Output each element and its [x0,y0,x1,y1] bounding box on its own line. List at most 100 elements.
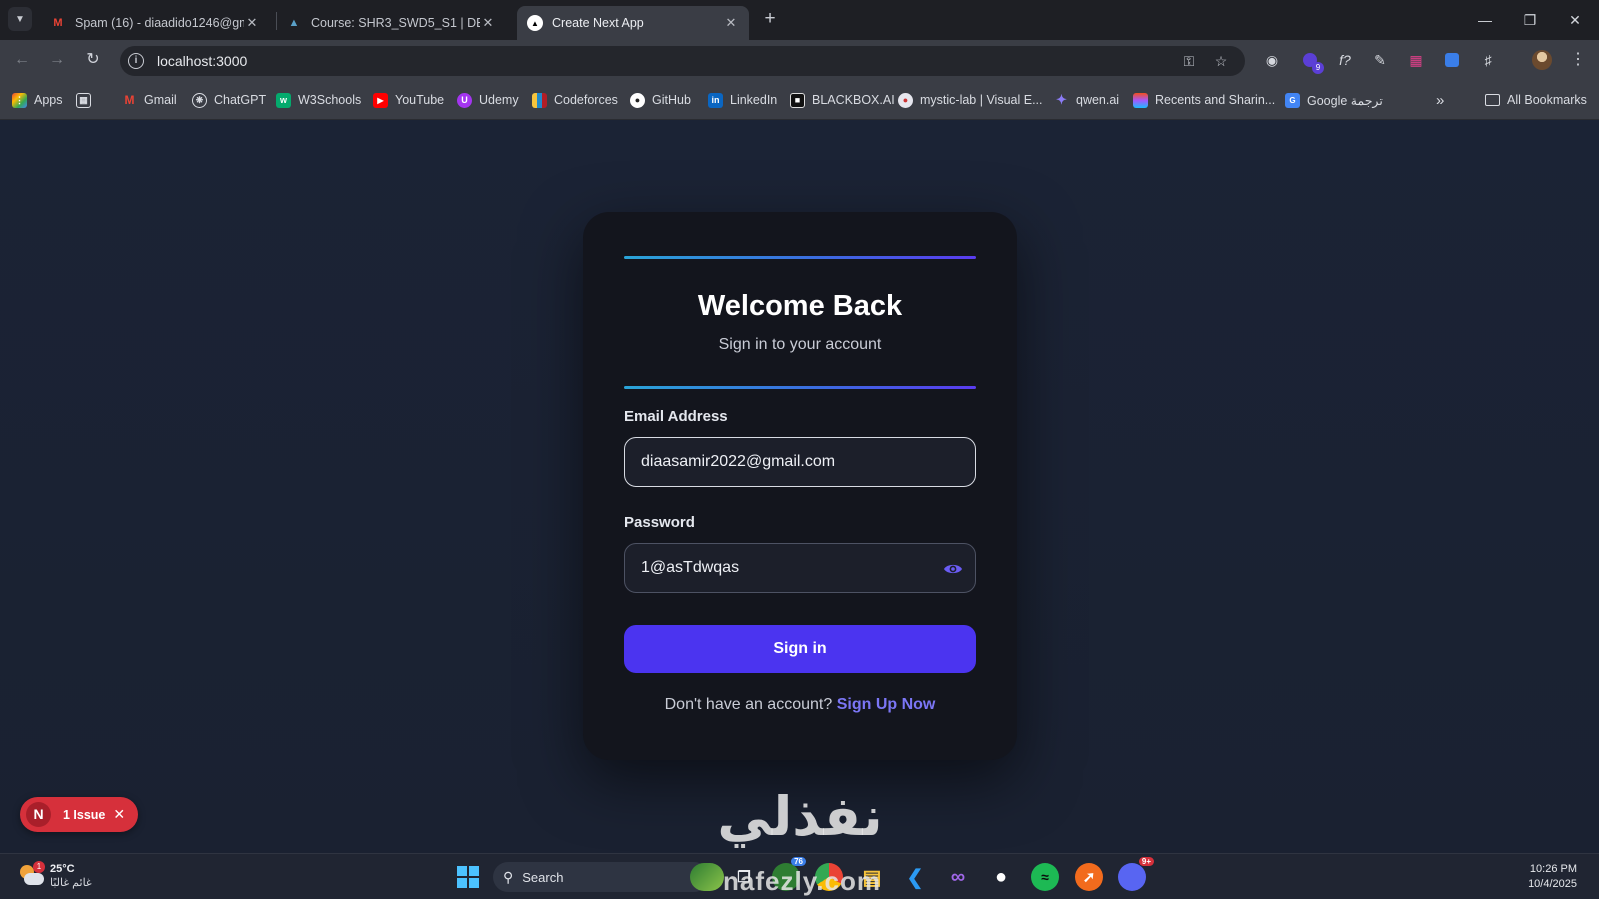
bookmark-label: Gmail [144,93,177,107]
camera-extension-icon[interactable]: ◉ [1262,50,1282,70]
bookmark-label: W3Schools [298,93,362,107]
clock-date: 10/4/2025 [1528,878,1577,890]
bookmarks-overflow-button[interactable]: » [1436,90,1444,110]
w3schools-icon: w [276,92,291,108]
bookmark-grid[interactable]: ▦ [76,90,98,110]
weather-widget[interactable]: 1 25°C غائم غالبًا [18,861,92,890]
no-account-text: Don't have an account? [664,696,833,713]
extensions-puzzle-icon[interactable]: ♯ [1478,50,1498,70]
close-icon[interactable]: ✕ [723,15,739,31]
tab-search-button[interactable]: ▼ [8,7,32,31]
new-tab-button[interactable]: + [758,8,782,32]
nextjs-logo: N [26,802,51,827]
forward-button[interactable]: → [45,48,69,72]
email-label: Email Address [624,408,728,425]
bookmark-linkedin[interactable]: in LinkedIn [708,90,777,110]
address-bar[interactable]: i localhost:3000 ⚿ ☆ [120,46,1245,76]
issues-count[interactable]: 1 Issue [63,808,105,822]
watermark-latin: nafezly.com [723,866,881,896]
tab-title: Create Next App [552,16,644,30]
linkedin-icon: in [708,92,723,108]
bookmark-label: Apps [34,93,63,107]
visual-studio-icon[interactable]: ∞ [944,863,972,891]
bookmark-codeforces[interactable]: Codeforces [532,90,618,110]
bookmark-label: ChatGPT [214,93,267,107]
bookmark-chatgpt[interactable]: ❋ ChatGPT [192,90,266,110]
udemy-icon: U [457,92,472,108]
apps-grid-icon: ⋮ [12,92,27,108]
mystic-lab-icon: ● [898,92,913,108]
postman-icon[interactable]: ➚ [1075,863,1103,891]
qwen-icon: ✦ [1056,92,1067,107]
bookmark-blackbox[interactable]: ■ BLACKBOX.AI [790,90,895,110]
chevron-double-right-icon: » [1436,91,1445,109]
password-field[interactable]: 1@asTdwqas [624,543,976,593]
bookmark-label: mystic-lab | Visual E... [920,93,1043,107]
back-button[interactable]: ← [10,48,34,72]
spotify-icon[interactable]: ≈ [1031,863,1059,891]
bookmark-figma[interactable]: Recents and Sharin... [1133,90,1275,110]
page-subtitle: Sign in to your account [718,336,882,353]
bookmark-label: All Bookmarks [1507,93,1587,107]
tab-gmail[interactable]: M Spam (16) - diaadido1246@gm ✕ [40,6,270,40]
bookmark-google-translate[interactable]: G Google ترجمة [1285,90,1383,110]
bookmark-youtube[interactable]: ▶ YouTube [373,90,444,110]
bookmark-qwen[interactable]: ✦ qwen.ai [1054,90,1119,110]
profile-avatar[interactable] [1532,50,1552,70]
bookmark-github[interactable]: ● GitHub [630,90,691,110]
close-icon[interactable]: ✕ [113,806,125,823]
vscode-icon[interactable]: ❮ [901,863,929,891]
arrow-left-icon: ← [14,51,30,68]
weather-desc: غائم غالبًا [50,877,92,889]
password-key-icon[interactable]: ⚿ [1180,52,1198,70]
bookmark-label: GitHub [652,93,691,107]
grid-extension-icon[interactable]: ▦ [1406,50,1426,70]
bookmark-mystic-lab[interactable]: ● mystic-lab | Visual E... [898,90,1043,110]
top-accent-line [624,256,976,259]
minimize-button[interactable]: — [1473,8,1497,32]
all-bookmarks-button[interactable]: All Bookmarks [1485,90,1587,110]
system-clock[interactable]: 10:26 PM 10/4/2025 [1528,862,1577,892]
restore-button[interactable]: ❐ [1518,8,1542,32]
bookmark-label: Codeforces [554,93,618,107]
reload-button[interactable]: ↻ [81,48,105,72]
weather-temp: 25°C [50,863,75,875]
windows-start-icon[interactable] [454,863,482,891]
email-field[interactable]: diaasamir2022@gmail.com [624,437,976,487]
bookmark-label: Recents and Sharin... [1155,93,1276,107]
window-extension-icon[interactable] [1442,50,1462,70]
tab-create-next-app[interactable]: ▲ Create Next App ✕ [517,6,749,40]
app-badge: 76 [791,857,806,866]
sign-in-button[interactable]: Sign in [624,625,976,673]
taskbar-search[interactable]: ⚲ Search [493,862,709,892]
dev-issues-badge[interactable]: N 1 Issue ✕ [20,797,138,832]
bookmark-label: YouTube [395,93,445,107]
tab-title: Spam (16) - diaadido1246@gm [75,16,244,30]
blackbox-icon: ■ [790,92,805,108]
close-icon[interactable]: ✕ [244,15,260,31]
sign-up-link[interactable]: Sign Up Now [837,696,936,713]
eyedropper-extension-icon[interactable]: ✎ [1370,50,1390,70]
bookmark-gmail[interactable]: M Gmail [122,90,177,110]
eye-icon[interactable] [943,559,963,579]
formula-extension-icon[interactable]: f? [1335,50,1355,70]
extension-badge-count: 9 [1312,62,1324,74]
site-info-icon[interactable]: i [128,53,144,69]
browser-menu-icon[interactable]: ⋮ [1568,50,1588,70]
bookmarks-bar: ⋮ Apps ▦ M Gmail ❋ ChatGPT w W3Schools ▶… [0,80,1599,190]
bookmark-w3schools[interactable]: w W3Schools [276,90,361,110]
close-icon[interactable]: ✕ [480,15,496,31]
codeforces-icon [532,92,547,108]
bookmark-star-icon[interactable]: ☆ [1212,52,1230,70]
extension-badge-icon[interactable]: 9 [1300,50,1324,74]
weather-icon: 1 [18,861,45,887]
github-desktop-icon[interactable]: ● [987,863,1015,891]
divider-accent-line [624,386,976,389]
tab-course[interactable]: ▲ Course: SHR3_SWD5_S1 | DEPI L ✕ [276,6,506,40]
url-text[interactable]: localhost:3000 [157,53,247,69]
close-window-button[interactable]: ✕ [1563,8,1587,32]
bookmark-udemy[interactable]: U Udemy [457,90,519,110]
login-card: Welcome Back Sign in to your account Ema… [583,212,1017,760]
bookmark-apps[interactable]: ⋮ Apps [12,90,63,110]
discord-icon[interactable]: 9+ [1118,857,1154,891]
